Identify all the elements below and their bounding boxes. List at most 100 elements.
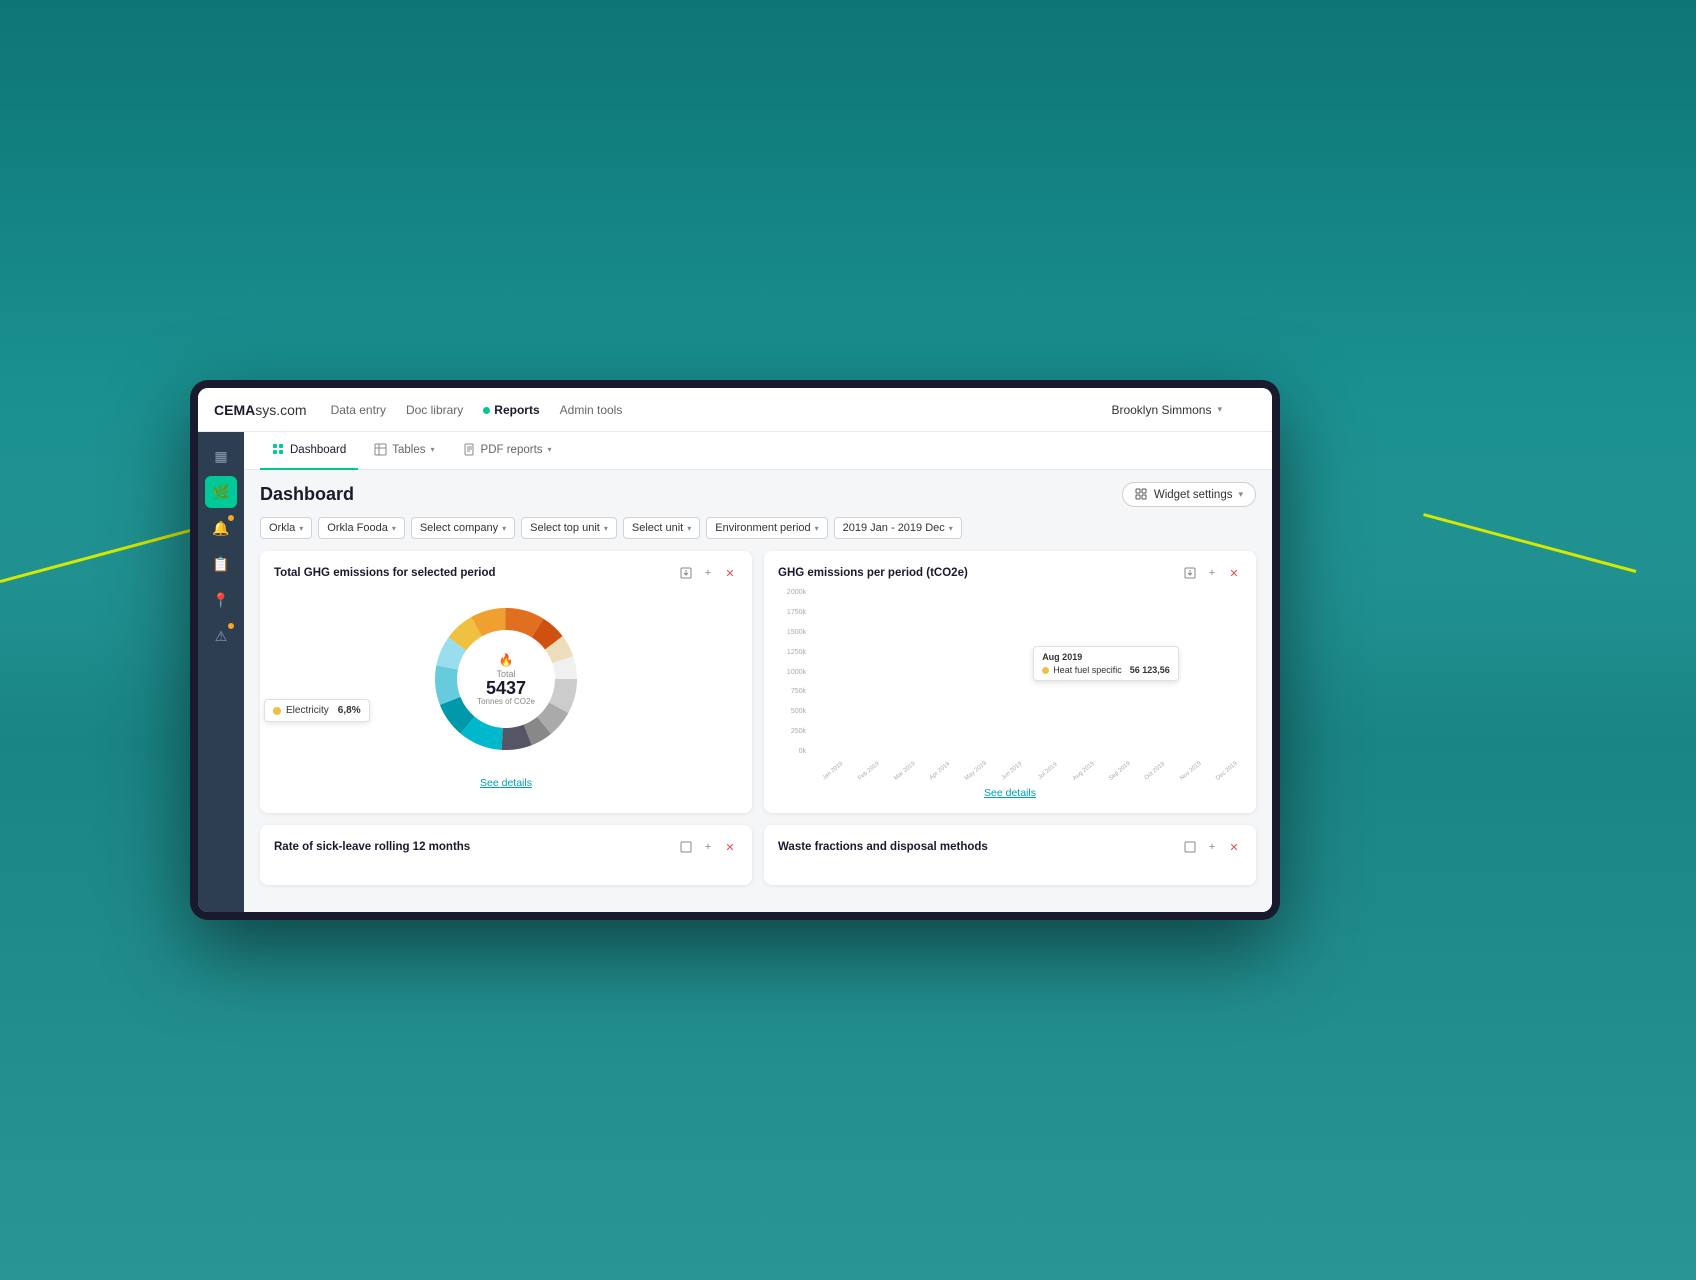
bar-xlabel-4: May 2019 [964, 761, 988, 783]
screen: CEMAsys.com Data entry Doc library Repor… [198, 388, 1272, 912]
widget-ghg-export-btn[interactable] [678, 565, 694, 581]
widget-ghg-total-header: Total GHG emissions for selected period … [274, 565, 738, 581]
sick-leave-close-btn[interactable]: ✕ [722, 839, 738, 855]
sick-leave-add-btn[interactable]: + [700, 839, 716, 855]
y-label-1250k: 1250k [778, 649, 810, 656]
bar-group-6: Jul 2019 [1029, 589, 1063, 755]
ghg-total-see-details[interactable]: See details [274, 777, 738, 789]
filter-company-chevron: ▾ [502, 524, 506, 533]
waste-add-btn[interactable]: + [1204, 839, 1220, 855]
sidebar-item-grid[interactable]: ▦ [205, 440, 237, 472]
y-label-1500k: 1500k [778, 629, 810, 636]
filter-orkla-chevron: ▾ [299, 524, 303, 533]
tab-dashboard[interactable]: Dashboard [260, 432, 358, 470]
filter-orkla-fooda-chevron: ▾ [392, 524, 396, 533]
filter-date-range[interactable]: 2019 Jan - 2019 Dec ▾ [834, 517, 962, 539]
widget-sick-leave: Rate of sick-leave rolling 12 months + ✕ [260, 825, 752, 885]
y-label-2000k: 2000k [778, 589, 810, 596]
filter-row: Orkla ▾ Orkla Fooda ▾ Select company ▾ [260, 517, 1256, 539]
nav-reports[interactable]: Reports [483, 403, 539, 417]
pdf-tab-arrow: ▾ [548, 445, 552, 454]
tab-tables[interactable]: Tables ▾ [362, 432, 446, 470]
filter-top-unit-chevron: ▾ [604, 524, 608, 533]
y-label-750k: 750k [778, 688, 810, 695]
bar-group-2: Mar 2019 [886, 589, 920, 755]
nav-data-entry[interactable]: Data entry [331, 403, 386, 417]
top-navbar: CEMAsys.com Data entry Doc library Repor… [198, 388, 1272, 432]
bar-group-11: Dec 2019 [1208, 589, 1242, 755]
nav-admin-tools[interactable]: Admin tools [560, 403, 623, 417]
sick-leave-export-btn[interactable] [678, 839, 694, 855]
bottom-row: Rate of sick-leave rolling 12 months + ✕ [260, 825, 1256, 885]
filter-select-company[interactable]: Select company ▾ [411, 517, 515, 539]
widget-period-close-btn[interactable]: ✕ [1226, 565, 1242, 581]
bar-group-0: Jan 2019 [814, 589, 848, 755]
dashboard-header: Dashboard Widget settings ▾ [260, 482, 1256, 507]
sidebar-item-document[interactable]: 📋 [205, 548, 237, 580]
y-label-500k: 500k [778, 708, 810, 715]
widget-period-add-btn[interactable]: + [1204, 565, 1220, 581]
bar-xlabel-8: Sep 2019 [1108, 761, 1132, 782]
filter-select-top-unit[interactable]: Select top unit ▾ [521, 517, 617, 539]
nav-doc-library[interactable]: Doc library [406, 403, 463, 417]
waste-close-btn[interactable]: ✕ [1226, 839, 1242, 855]
reports-active-dot [483, 407, 490, 414]
ghg-period-see-details[interactable]: See details [778, 787, 1242, 799]
warning-badge [227, 622, 235, 630]
bar-xlabel-0: Jan 2019 [821, 761, 844, 781]
y-label-250k: 250k [778, 728, 810, 735]
bar-group-7: Aug 2019 [1065, 589, 1099, 755]
tables-tab-icon [374, 443, 387, 456]
filter-select-unit[interactable]: Select unit ▾ [623, 517, 700, 539]
widget-ghg-total-title: Total GHG emissions for selected period [274, 567, 496, 579]
tab-pdf-reports[interactable]: PDF reports ▾ [451, 432, 564, 470]
bar-xlabel-9: Oct 2019 [1144, 761, 1167, 781]
user-chevron: ▾ [1217, 404, 1222, 415]
tooltip-value: 6,8% [338, 705, 361, 716]
bell-badge [227, 514, 235, 522]
widget-sick-leave-actions: + ✕ [678, 839, 738, 855]
filter-orkla[interactable]: Orkla ▾ [260, 517, 312, 539]
waste-export-btn[interactable] [1182, 839, 1198, 855]
tooltip-color-dot [273, 707, 281, 715]
bar-xlabel-1: Feb 2019 [857, 761, 880, 782]
filter-unit-chevron: ▾ [687, 524, 691, 533]
widget-ghg-period-title: GHG emissions per period (tCO2e) [778, 567, 968, 579]
sidebar: ▦ 🌿 🔔 📋 📍 ⚠ [198, 432, 244, 912]
bar-group-3: Apr 2019 [921, 589, 955, 755]
y-label-1000k: 1000k [778, 669, 810, 676]
dashboard-title: Dashboard [260, 484, 354, 505]
bar-group-10: Nov 2019 [1172, 589, 1206, 755]
filter-environment-period[interactable]: Environment period ▾ [706, 517, 827, 539]
help-icon[interactable]: ? [1228, 396, 1256, 424]
widget-ghg-period-header: GHG emissions per period (tCO2e) + ✕ [778, 565, 1242, 581]
widget-ghg-close-btn[interactable]: ✕ [722, 565, 738, 581]
pdf-tab-icon [463, 443, 476, 456]
bar-group-5: Jun 2019 [993, 589, 1027, 755]
bar-chart-y-axis: 2000k 1750k 1500k 1250k 1000k 750k 500k … [778, 589, 810, 755]
widget-ghg-period-actions: + ✕ [1182, 565, 1242, 581]
logo: CEMAsys.com [214, 402, 307, 418]
main-content: Dashboard Tables ▾ PDF reports ▾ [244, 432, 1272, 912]
bar-group-4: May 2019 [957, 589, 991, 755]
widget-ghg-total: Total GHG emissions for selected period … [260, 551, 752, 813]
sub-navbar: Dashboard Tables ▾ PDF reports ▾ [244, 432, 1272, 470]
widget-period-export-btn[interactable] [1182, 565, 1198, 581]
user-menu[interactable]: Brooklyn Simmons ▾ ? [1111, 396, 1256, 424]
sidebar-item-leaf[interactable]: 🌿 [205, 476, 237, 508]
sidebar-item-location[interactable]: 📍 [205, 584, 237, 616]
tables-tab-arrow: ▾ [431, 445, 435, 454]
widget-settings-button[interactable]: Widget settings ▾ [1122, 482, 1256, 507]
bars-area: Jan 2019Feb 2019Mar 2019Apr 2019May 2019… [814, 589, 1242, 755]
bar-group-1: Feb 2019 [850, 589, 884, 755]
widget-waste: Waste fractions and disposal methods + ✕ [764, 825, 1256, 885]
sidebar-item-bell[interactable]: 🔔 [205, 512, 237, 544]
widget-ghg-add-btn[interactable]: + [700, 565, 716, 581]
filter-orkla-fooda[interactable]: Orkla Fooda ▾ [318, 517, 405, 539]
sidebar-item-warning[interactable]: ⚠ [205, 620, 237, 652]
bar-xlabel-6: Jul 2019 [1037, 762, 1058, 781]
widget-ghg-period: GHG emissions per period (tCO2e) + ✕ [764, 551, 1256, 813]
widget-ghg-total-actions: + ✕ [678, 565, 738, 581]
widget-settings-arrow: ▾ [1238, 489, 1243, 500]
widget-waste-title: Waste fractions and disposal methods [778, 841, 988, 853]
